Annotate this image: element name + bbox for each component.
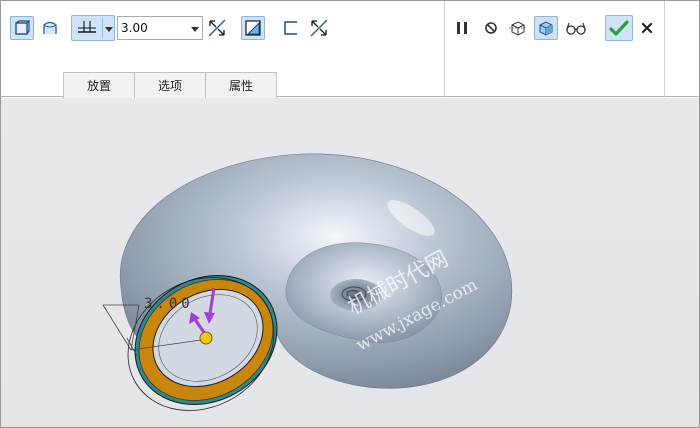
ok-button[interactable] (605, 15, 633, 41)
thicken-icon (282, 19, 300, 37)
geometry-preview-button[interactable] (506, 16, 530, 40)
dimension-label[interactable]: 3.00 (144, 296, 194, 312)
graphics-viewport[interactable]: 3.00 机械时代网 www.jxage.com (1, 98, 699, 427)
flip-thicken-icon (309, 18, 329, 38)
surface-icon (42, 20, 58, 36)
depth-option-icon (76, 19, 98, 38)
model-scene (102, 153, 513, 411)
depth-value-input[interactable] (118, 17, 188, 39)
cancel-button[interactable] (635, 16, 659, 40)
tab-properties[interactable]: 属性 (205, 72, 277, 98)
tab-placement[interactable]: 放置 (63, 72, 135, 98)
drag-handle[interactable] (199, 331, 213, 345)
flip-depth-button[interactable] (205, 16, 229, 40)
verify-button[interactable] (564, 16, 588, 40)
thicken-sketch-button[interactable] (279, 16, 303, 40)
geometry-preview-icon (508, 19, 528, 37)
chevron-down-icon (105, 21, 113, 35)
no-preview-icon (484, 21, 498, 35)
ok-check-icon (609, 19, 629, 37)
depth-value-dropdown-button[interactable] (187, 17, 202, 39)
verify-glasses-icon (565, 21, 587, 35)
remove-material-icon (244, 19, 262, 37)
feature-preview-icon (536, 19, 556, 37)
feature-preview-button[interactable] (534, 16, 558, 40)
dashboard-tabs: 放置 选项 属性 (63, 72, 277, 98)
surface-button[interactable] (38, 16, 62, 40)
no-preview-button[interactable] (479, 16, 503, 40)
tab-options[interactable]: 选项 (134, 72, 206, 98)
remove-material-button[interactable] (241, 16, 265, 40)
flip-thicken-button[interactable] (307, 16, 331, 40)
solid-button[interactable] (10, 16, 34, 40)
chevron-down-icon (190, 21, 199, 35)
flip-depth-icon (207, 18, 227, 38)
depth-value-combo[interactable] (117, 16, 203, 40)
toolbar-divider (664, 1, 665, 97)
pause-icon (455, 21, 469, 35)
depth-option-dropdown[interactable] (71, 15, 115, 41)
solid-icon (14, 20, 30, 36)
toolbar-divider (444, 1, 445, 97)
cancel-x-icon (641, 22, 653, 34)
extrude-dashboard: 放置 选项 属性 (1, 1, 699, 98)
pause-button[interactable] (450, 16, 474, 40)
